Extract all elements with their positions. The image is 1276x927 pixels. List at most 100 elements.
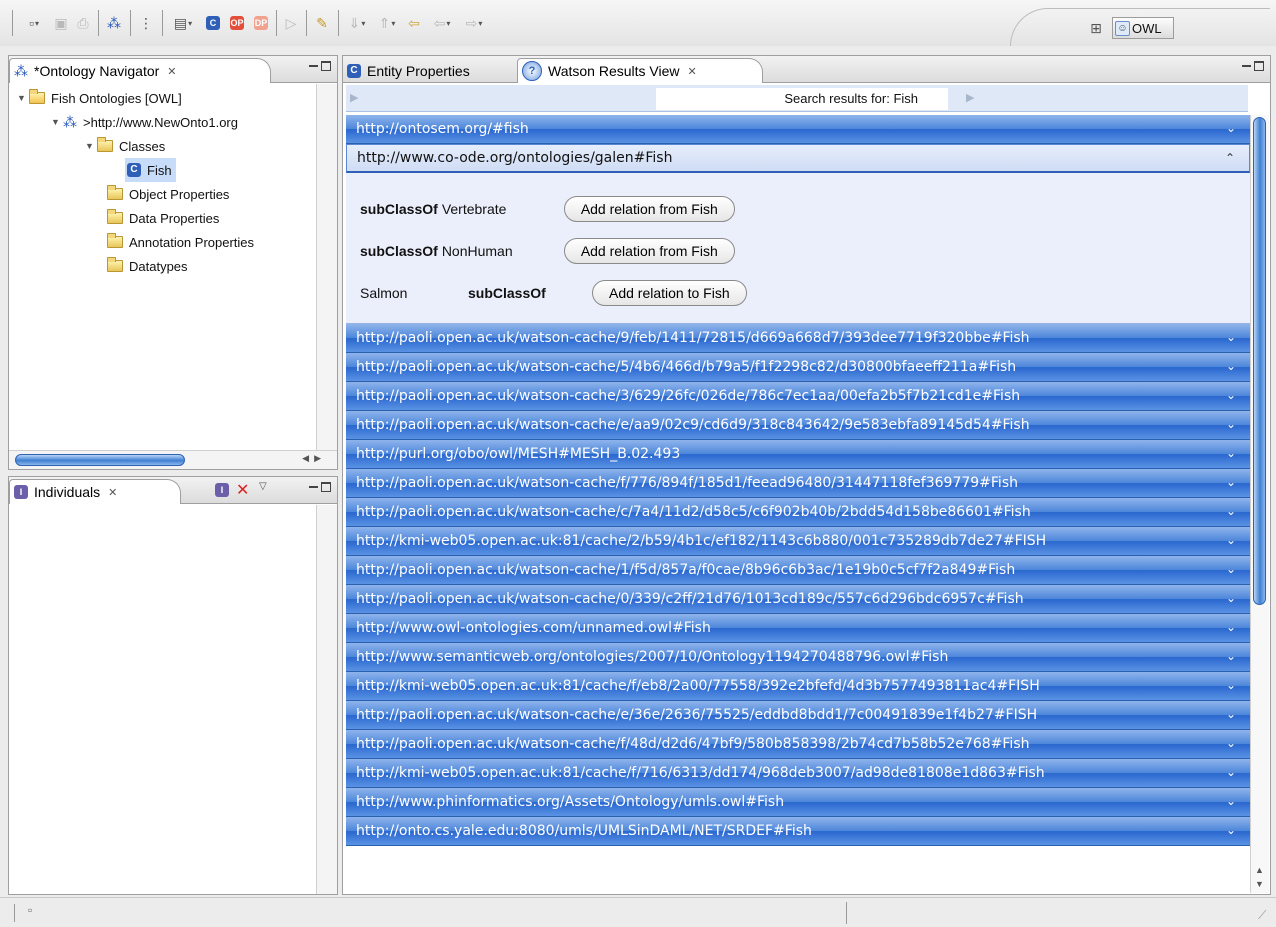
expand-chevron-icon[interactable]: ⌄ (1226, 504, 1236, 518)
scroll-thumb[interactable] (1253, 117, 1266, 605)
expand-chevron-icon[interactable]: ⌄ (1226, 794, 1236, 808)
result-row[interactable]: http://paoli.open.ac.uk/watson-cache/0/3… (346, 585, 1250, 614)
expand-chevron-icon[interactable]: ⌄ (1226, 591, 1236, 605)
result-row[interactable]: http://www.semanticweb.org/ontologies/20… (346, 643, 1250, 672)
maximize-icon[interactable] (321, 482, 331, 493)
scroll-thumb[interactable] (15, 454, 185, 466)
result-row[interactable]: http://paoli.open.ac.uk/watson-cache/e/3… (346, 701, 1250, 730)
tab-entity-properties[interactable]: C Entity Properties (343, 58, 515, 83)
navigator-horizontal-scrollbar[interactable]: ◀ ▶ (9, 450, 337, 469)
result-row[interactable]: http://ontosem.org/#fish ⌄ (346, 115, 1250, 144)
new-data-property-icon[interactable]: DP (252, 12, 270, 34)
expand-chevron-icon[interactable]: ⌄ (1226, 388, 1236, 402)
expand-chevron-icon[interactable]: ⌄ (1226, 475, 1236, 489)
result-row[interactable]: http://paoli.open.ac.uk/watson-cache/f/7… (346, 469, 1250, 498)
expand-arrow-icon[interactable]: ▼ (17, 93, 29, 103)
tab-individuals[interactable]: I Individuals ✕ (9, 479, 181, 504)
close-icon[interactable]: ✕ (108, 486, 117, 499)
expand-chevron-icon[interactable]: ⌄ (1226, 417, 1236, 431)
result-row[interactable]: http://paoli.open.ac.uk/watson-cache/f/4… (346, 730, 1250, 759)
result-row[interactable]: http://paoli.open.ac.uk/watson-cache/5/4… (346, 353, 1250, 382)
tree-item-annotation-properties[interactable]: Annotation Properties (107, 230, 254, 254)
expand-chevron-icon[interactable]: ⌄ (1226, 359, 1236, 373)
expand-chevron-icon[interactable]: ⌄ (1226, 823, 1236, 837)
expand-chevron-icon[interactable]: ⌄ (1226, 533, 1236, 547)
expand-chevron-icon[interactable]: ⌄ (1226, 121, 1236, 135)
minimize-icon[interactable] (309, 486, 318, 489)
save-icon[interactable]: ▣ (52, 12, 70, 34)
tree-item-object-properties[interactable]: Object Properties (107, 182, 229, 206)
result-row[interactable]: http://kmi-web05.open.ac.uk:81/cache/f/e… (346, 672, 1250, 701)
maximize-icon[interactable] (1254, 61, 1264, 72)
tree-item-fish[interactable]: C Fish (125, 158, 176, 182)
expand-chevron-icon[interactable]: ⌄ (1226, 736, 1236, 750)
scroll-left-icon[interactable]: ◀ (302, 453, 309, 464)
last-edit-icon[interactable]: ⇦ (404, 12, 424, 34)
scroll-up-icon[interactable]: ▲ (1255, 865, 1264, 875)
result-row[interactable]: http://www.owl-ontologies.com/unnamed.ow… (346, 614, 1250, 643)
minimize-icon[interactable] (309, 65, 318, 68)
result-row[interactable]: http://onto.cs.yale.edu:8080/umls/UMLSin… (346, 817, 1250, 846)
play-left-icon[interactable]: ▶ (350, 91, 358, 104)
add-relation-button[interactable]: Add relation from Fish (563, 196, 735, 222)
result-row[interactable]: http://purl.org/obo/owl/MESH#MESH_B.02.4… (346, 440, 1250, 469)
expand-chevron-icon[interactable]: ⌄ (1226, 446, 1236, 460)
add-relation-button[interactable]: Add relation from Fish (563, 238, 735, 264)
minimize-icon[interactable] (1242, 65, 1251, 68)
expand-chevron-icon[interactable]: ⌄ (1226, 765, 1236, 779)
result-row[interactable]: http://paoli.open.ac.uk/watson-cache/9/f… (346, 324, 1250, 353)
add-individual-icon[interactable]: I (215, 483, 229, 497)
tree-item-data-properties[interactable]: Data Properties (107, 206, 219, 230)
view-menu-icon[interactable]: ▽ (259, 481, 267, 492)
tool-icon[interactable]: ✎ (312, 12, 332, 34)
result-row[interactable]: http://kmi-web05.open.ac.uk:81/cache/f/7… (346, 759, 1250, 788)
result-row-expanded[interactable]: http://www.co-ode.org/ontologies/galen#F… (346, 144, 1250, 173)
scroll-right-icon[interactable]: ▶ (314, 453, 321, 464)
play-right-icon[interactable]: ▶ (966, 91, 974, 104)
expand-chevron-icon[interactable]: ⌄ (1226, 649, 1236, 663)
tree-item-ontology[interactable]: ▼ ⁂ >http://www.NewOnto1.org (51, 110, 238, 134)
expand-arrow-icon[interactable]: ▼ (51, 117, 63, 127)
forward-icon[interactable]: ⇨ ▾ (460, 12, 488, 34)
individuals-scrollbar[interactable] (316, 505, 337, 894)
maximize-icon[interactable] (321, 61, 331, 72)
tree-item-root[interactable]: ▼ Fish Ontologies [OWL] (17, 86, 182, 110)
scroll-down-icon[interactable]: ▼ (1255, 879, 1264, 889)
tab-ontology-navigator[interactable]: ⁂ *Ontology Navigator ✕ (9, 58, 271, 83)
collapse-chevron-icon[interactable]: ⌃ (1225, 151, 1235, 165)
run-icon[interactable]: ▷ (282, 12, 300, 34)
prev-annotation-icon[interactable]: ⇑ ▾ (374, 12, 400, 34)
expand-chevron-icon[interactable]: ⌄ (1226, 330, 1236, 344)
print-icon[interactable]: ⎙ (74, 12, 92, 34)
result-row[interactable]: http://www.phinformatics.org/Assets/Onto… (346, 788, 1250, 817)
hierarchy-icon[interactable]: ⋮ (136, 12, 156, 34)
close-icon[interactable]: ✕ (167, 65, 176, 78)
new-entity-icon[interactable]: ▤ ▾ (168, 12, 198, 34)
results-scrollbar[interactable]: ▲ ▼ (1250, 115, 1269, 893)
add-relation-button[interactable]: Add relation to Fish (592, 280, 747, 306)
tree-item-classes[interactable]: ▼ Classes (85, 134, 165, 158)
expand-chevron-icon[interactable]: ⌄ (1226, 678, 1236, 692)
result-row[interactable]: http://paoli.open.ac.uk/watson-cache/e/a… (346, 411, 1250, 440)
fast-view-icon[interactable]: ▫ (28, 903, 32, 917)
result-row[interactable]: http://paoli.open.ac.uk/watson-cache/c/7… (346, 498, 1250, 527)
resize-grip-icon[interactable]: ⟋ (1258, 908, 1266, 923)
tab-watson-results[interactable]: ? Watson Results View ✕ (517, 58, 763, 83)
close-icon[interactable]: ✕ (688, 65, 697, 78)
new-class-icon[interactable]: C (204, 12, 222, 34)
owl-perspective-button[interactable]: ☺ OWL (1112, 17, 1174, 39)
expand-chevron-icon[interactable]: ⌄ (1226, 707, 1236, 721)
next-annotation-icon[interactable]: ⇓ ▾ (344, 12, 370, 34)
ontology-icon[interactable]: ⁂ (104, 12, 124, 34)
expand-chevron-icon[interactable]: ⌄ (1226, 562, 1236, 576)
result-row[interactable]: http://kmi-web05.open.ac.uk:81/cache/2/b… (346, 527, 1250, 556)
new-object-property-icon[interactable]: OP (228, 12, 246, 34)
expand-arrow-icon[interactable]: ▼ (85, 141, 97, 151)
open-perspective-icon[interactable]: ⊞ (1086, 17, 1106, 39)
navigator-vertical-scrollbar[interactable] (316, 84, 337, 450)
expand-chevron-icon[interactable]: ⌄ (1226, 620, 1236, 634)
back-icon[interactable]: ⇦ ▾ (428, 12, 456, 34)
result-row[interactable]: http://paoli.open.ac.uk/watson-cache/3/6… (346, 382, 1250, 411)
result-row[interactable]: http://paoli.open.ac.uk/watson-cache/1/f… (346, 556, 1250, 585)
delete-individual-icon[interactable]: ✕ (236, 480, 249, 500)
